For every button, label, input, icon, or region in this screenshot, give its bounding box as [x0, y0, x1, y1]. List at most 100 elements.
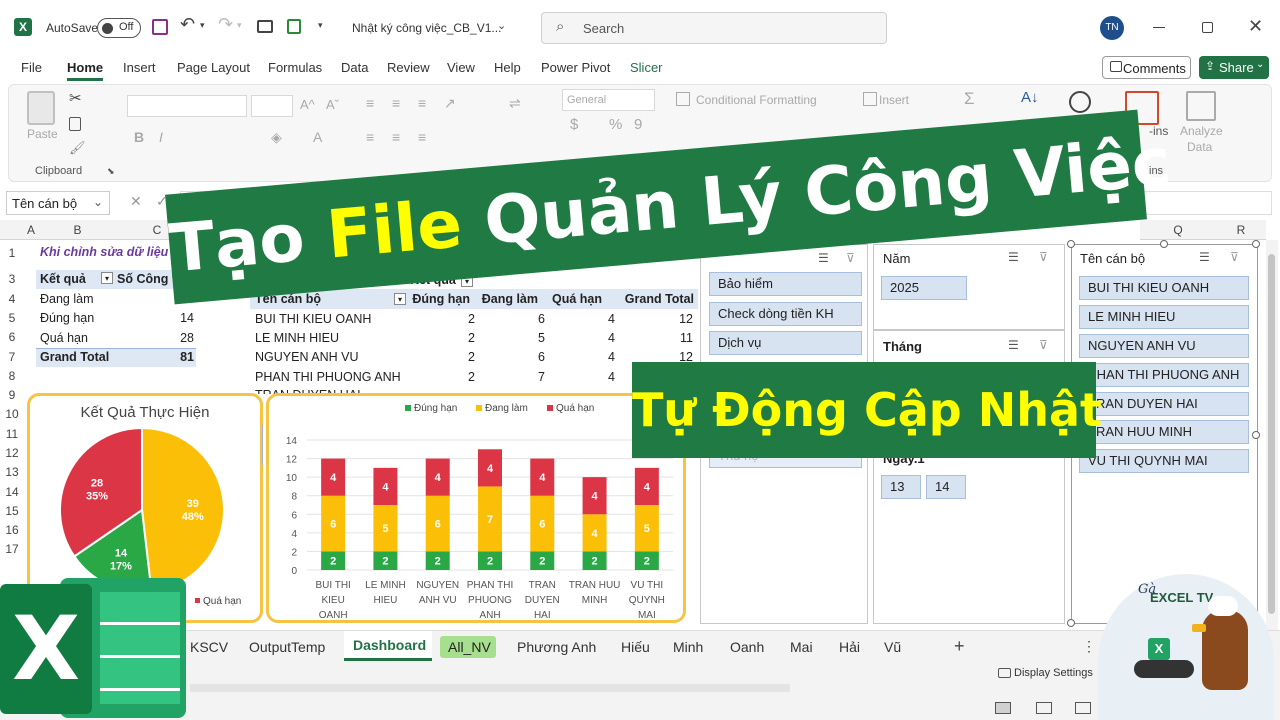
- redo-icon[interactable]: ↷: [218, 14, 233, 35]
- number-format-box[interactable]: General: [562, 89, 655, 111]
- increase-font-icon[interactable]: A^: [300, 97, 315, 112]
- menu-help[interactable]: Help: [494, 60, 521, 75]
- page-layout-view-icon[interactable]: [1036, 702, 1052, 714]
- restore-icon[interactable]: [1202, 22, 1213, 33]
- currency-icon[interactable]: $: [570, 116, 578, 133]
- clipboard-launcher-icon[interactable]: ⬊: [107, 166, 115, 177]
- scrollbar-thumb[interactable]: [1268, 254, 1275, 614]
- italic-icon[interactable]: I: [159, 129, 163, 145]
- analyze-data-label-2[interactable]: Data: [1187, 140, 1212, 154]
- redo-dropdown-icon[interactable]: ▾: [237, 20, 242, 31]
- slicer-item[interactable]: 14: [926, 475, 966, 499]
- share-button[interactable]: ⇪ Share ⌄: [1199, 56, 1269, 79]
- sheet-tab[interactable]: Vũ: [884, 639, 901, 655]
- align-top-icon[interactable]: ≡: [366, 95, 374, 111]
- sheet-tab-highlighted[interactable]: All_NV: [440, 636, 496, 658]
- save-icon[interactable]: [152, 19, 168, 35]
- select-all-corner[interactable]: [0, 220, 24, 240]
- sheet-tab[interactable]: Phương Anh: [517, 639, 596, 655]
- row-header[interactable]: 5: [0, 309, 24, 328]
- row-header[interactable]: 3: [0, 270, 24, 289]
- font-size-box[interactable]: [251, 95, 293, 117]
- refresh-all-icon[interactable]: [287, 19, 301, 34]
- row-header[interactable]: 1: [0, 244, 24, 263]
- autosum-icon[interactable]: Σ: [964, 89, 975, 109]
- add-sheet-icon[interactable]: +: [954, 636, 965, 657]
- menu-formulas[interactable]: Formulas: [268, 60, 322, 75]
- slicer-item[interactable]: TRAN DUYEN HAI: [1079, 392, 1249, 416]
- row-header[interactable]: 14: [0, 483, 24, 502]
- row-header[interactable]: 16: [0, 521, 24, 540]
- slicer-item[interactable]: LE MINH HIEU: [1079, 305, 1249, 329]
- slicer-item[interactable]: PHAN THI PHUONG ANH: [1079, 363, 1249, 387]
- row-header[interactable]: 11: [0, 425, 24, 444]
- row-header[interactable]: 9: [0, 386, 24, 405]
- resize-handle[interactable]: [1252, 240, 1260, 248]
- minimize-icon[interactable]: [1153, 27, 1165, 28]
- menu-file[interactable]: File: [21, 60, 42, 75]
- row-header[interactable]: 13: [0, 463, 24, 482]
- fill-color-icon[interactable]: ◈: [271, 129, 282, 146]
- resize-handle[interactable]: [1252, 431, 1260, 439]
- slicer-multiselect-icon[interactable]: ☰: [1008, 338, 1019, 352]
- conditional-formatting-label[interactable]: Conditional Formatting: [696, 93, 817, 107]
- row-header[interactable]: 17: [0, 540, 24, 559]
- analyze-data-label-1[interactable]: Analyze: [1180, 124, 1223, 138]
- insert-cells-icon[interactable]: [863, 92, 877, 106]
- row-header[interactable]: 7: [0, 348, 24, 367]
- align-middle-icon[interactable]: ≡: [392, 95, 400, 111]
- sheet-tab-active[interactable]: Dashboard: [344, 631, 432, 661]
- slicer-clear-filter-icon[interactable]: ⊽: [1039, 250, 1048, 264]
- conditional-formatting-icon[interactable]: [676, 92, 690, 106]
- horizontal-scrollbar[interactable]: [190, 684, 790, 692]
- align-center-icon[interactable]: ≡: [392, 129, 400, 145]
- year-slicer[interactable]: Năm ☰ ⊽ 2025: [873, 244, 1065, 330]
- sheet-tab[interactable]: Hiếu: [621, 639, 650, 655]
- name-box[interactable]: Tên cán bộ ⌄: [6, 191, 110, 215]
- day-slicer[interactable]: Ngày.1 13 14: [873, 440, 1065, 624]
- percent-icon[interactable]: %: [609, 116, 622, 133]
- font-color-icon[interactable]: A: [313, 129, 322, 145]
- display-settings-icon[interactable]: [998, 668, 1011, 678]
- slicer-item[interactable]: TRAN HUU MINH: [1079, 420, 1249, 444]
- menu-home[interactable]: Home: [67, 60, 103, 75]
- row-header[interactable]: 8: [0, 367, 24, 386]
- find-select-icon[interactable]: [1069, 91, 1091, 113]
- undo-dropdown-icon[interactable]: ▾: [200, 20, 205, 31]
- font-name-box[interactable]: [127, 95, 247, 117]
- sheet-tab[interactable]: Minh: [673, 639, 703, 655]
- slicer-multiselect-icon[interactable]: ☰: [1008, 250, 1019, 264]
- sheet-tab[interactable]: Hải: [839, 639, 860, 655]
- more-sheets-icon[interactable]: ⋮: [1082, 638, 1096, 655]
- slicer-clear-filter-icon[interactable]: ⊽: [1039, 338, 1048, 352]
- decrease-font-icon[interactable]: Aˇ: [326, 97, 339, 112]
- bold-icon[interactable]: B: [134, 129, 144, 145]
- row-header[interactable]: 12: [0, 444, 24, 463]
- slicer-clear-filter-icon[interactable]: ⊽: [846, 251, 855, 265]
- wrap-text-icon[interactable]: ⇌: [509, 95, 521, 112]
- filter-dropdown-icon[interactable]: ▾: [101, 272, 113, 284]
- column-header-a[interactable]: A: [24, 220, 38, 240]
- sheet-tab[interactable]: KSCV: [190, 639, 228, 655]
- align-left-icon[interactable]: ≡: [366, 129, 374, 145]
- copy-icon[interactable]: [69, 117, 81, 131]
- slicer-multiselect-icon[interactable]: ☰: [818, 251, 829, 265]
- normal-view-icon[interactable]: [995, 702, 1011, 714]
- column-header-r[interactable]: R: [1216, 220, 1266, 240]
- slicer-item[interactable]: BUI THI KIEU OANH: [1079, 276, 1249, 300]
- analyze-data-icon[interactable]: [1186, 91, 1216, 121]
- autosave-toggle[interactable]: Off: [97, 18, 141, 38]
- sheet-tab[interactable]: Mai: [790, 639, 813, 655]
- slicer-item[interactable]: 13: [881, 475, 921, 499]
- menu-slicer[interactable]: Slicer: [630, 60, 663, 75]
- comments-button[interactable]: Comments: [1102, 56, 1191, 79]
- user-avatar[interactable]: TN: [1100, 16, 1124, 40]
- undo-icon[interactable]: ↶: [180, 14, 195, 35]
- vertical-scrollbar[interactable]: [1266, 240, 1278, 630]
- insert-cells-label[interactable]: Insert: [879, 93, 909, 107]
- resize-handle[interactable]: [1067, 619, 1075, 627]
- filter-dropdown-icon[interactable]: ▾: [394, 293, 406, 305]
- slicer-item[interactable]: Check dòng tiền KH: [709, 302, 862, 326]
- cut-icon[interactable]: ✂: [69, 89, 82, 107]
- slicer-item[interactable]: Dịch vụ: [709, 331, 862, 355]
